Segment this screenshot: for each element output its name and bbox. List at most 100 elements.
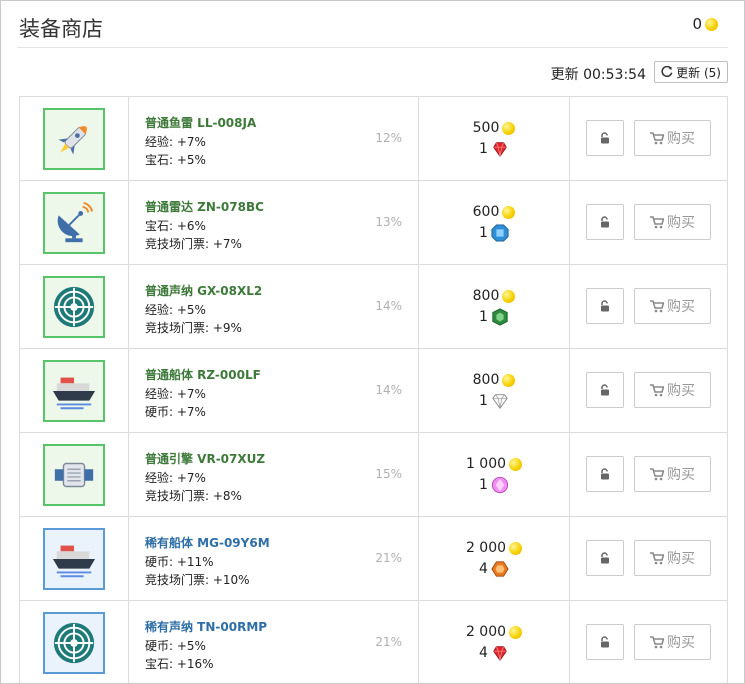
- refresh-button-label: 更新 (5): [676, 65, 721, 80]
- item-icon-cell: [19, 348, 129, 433]
- item-name: 稀有船体 MG-09Y6M: [145, 536, 270, 550]
- refresh-button[interactable]: 更新 (5): [654, 61, 728, 83]
- torpedo-icon: [51, 116, 97, 162]
- item-price-cell: 2 000 4: [418, 516, 570, 601]
- item-info-cell: 普通引擎 VR-07XUZ 经验: +7% 竞技场门票: +8% 15%: [128, 432, 419, 517]
- item-price-cell: 1 000 1: [418, 432, 570, 517]
- lock-button[interactable]: [586, 540, 624, 576]
- gem-price: 1: [419, 391, 569, 412]
- table-row: 普通船体 RZ-000LF 经验: +7% 硬币: +7% 14% 800 1 …: [19, 348, 728, 433]
- gold-coin-icon: [705, 17, 718, 31]
- item-info-cell: 普通雷达 ZN-078BC 宝石: +6% 竞技场门票: +7% 13%: [128, 180, 419, 265]
- item-percent: 14%: [375, 383, 402, 397]
- item-stat: 硬币: +11%: [145, 555, 214, 569]
- lock-button[interactable]: [586, 456, 624, 492]
- cart-icon: [650, 215, 664, 228]
- gold-price-value: 500: [472, 119, 500, 136]
- buy-button[interactable]: 购买: [634, 624, 711, 660]
- gold-price: 600: [419, 202, 569, 223]
- gold-price: 2 000: [419, 622, 569, 643]
- table-row: 普通雷达 ZN-078BC 宝石: +6% 竞技场门票: +7% 13% 600…: [19, 180, 728, 265]
- item-stat: 硬币: +5%: [145, 639, 206, 653]
- item-stat: 宝石: +5%: [145, 153, 206, 167]
- buy-button[interactable]: 购买: [634, 204, 711, 240]
- cart-icon: [650, 131, 664, 144]
- unlock-icon: [601, 132, 609, 144]
- item-stat: 宝石: +16%: [145, 657, 214, 671]
- item-thumbnail[interactable]: [43, 527, 105, 590]
- coin-balance-value: 0: [692, 15, 702, 33]
- sonar-icon: [51, 284, 97, 330]
- item-actions-cell: 购买: [569, 96, 728, 181]
- unlock-icon: [601, 552, 609, 564]
- item-actions-cell: 购买: [569, 516, 728, 601]
- item-stat: 经验: +5%: [145, 303, 206, 317]
- cart-icon: [650, 383, 664, 396]
- item-actions-cell: 购买: [569, 432, 728, 517]
- gem-price: 1: [419, 223, 569, 244]
- gold-price-value: 600: [472, 203, 500, 220]
- gold-price-value: 800: [472, 287, 500, 304]
- item-stat: 经验: +7%: [145, 135, 206, 149]
- item-name: 普通鱼雷 LL-008JA: [145, 116, 257, 130]
- item-name: 普通声纳 GX-08XL2: [145, 284, 263, 298]
- item-name: 普通船体 RZ-000LF: [145, 368, 261, 382]
- gold-price-value: 2 000: [465, 539, 507, 556]
- item-thumbnail[interactable]: [43, 611, 105, 674]
- item-info-cell: 普通船体 RZ-000LF 经验: +7% 硬币: +7% 14%: [128, 348, 419, 433]
- gold-price: 800: [419, 286, 569, 307]
- item-stat: 竞技场门票: +9%: [145, 321, 242, 335]
- item-stat: 硬币: +7%: [145, 405, 206, 419]
- gem-price-value: 1: [479, 308, 488, 325]
- gold-price: 800: [419, 370, 569, 391]
- buy-button[interactable]: 购买: [634, 288, 711, 324]
- gold-price-value: 2 000: [465, 623, 507, 640]
- gold-coin-icon: [502, 205, 516, 219]
- gem-price-value: 4: [479, 560, 488, 577]
- buy-button-label: 购买: [667, 383, 695, 399]
- buy-button[interactable]: 购买: [634, 120, 711, 156]
- item-thumbnail[interactable]: [43, 275, 105, 338]
- ship-hull-icon: [51, 536, 97, 582]
- cart-icon: [650, 551, 664, 564]
- cart-icon: [650, 299, 664, 312]
- white-diamond-gem-icon: [491, 392, 509, 410]
- item-name: 普通雷达 ZN-078BC: [145, 200, 264, 214]
- item-percent: 21%: [375, 635, 402, 649]
- gold-coin-icon: [509, 625, 523, 639]
- cart-icon: [650, 635, 664, 648]
- item-percent: 13%: [375, 215, 402, 229]
- item-thumbnail[interactable]: [43, 107, 105, 170]
- item-price-cell: 800 1: [418, 264, 570, 349]
- gem-price: 1: [419, 139, 569, 160]
- unlock-icon: [601, 636, 609, 648]
- lock-button[interactable]: [586, 624, 624, 660]
- refresh-icon: [661, 66, 673, 77]
- table-row: 稀有船体 MG-09Y6M 硬币: +11% 竞技场门票: +10% 21% 2…: [19, 516, 728, 601]
- radar-icon: [51, 200, 97, 246]
- pink-gem-icon: [491, 476, 509, 494]
- red-ruby-gem-icon: [491, 140, 509, 158]
- buy-button-label: 购买: [667, 467, 695, 483]
- buy-button[interactable]: 购买: [634, 372, 711, 408]
- item-stat: 宝石: +6%: [145, 219, 206, 233]
- lock-button[interactable]: [586, 372, 624, 408]
- sonar-icon: [51, 620, 97, 666]
- item-price-cell: 2 000 4: [418, 600, 570, 683]
- item-price-cell: 600 1: [418, 180, 570, 265]
- buy-button[interactable]: 购买: [634, 456, 711, 492]
- lock-button[interactable]: [586, 120, 624, 156]
- item-thumbnail[interactable]: [43, 443, 105, 506]
- lock-button[interactable]: [586, 204, 624, 240]
- buy-button-label: 购买: [667, 131, 695, 147]
- item-icon-cell: [19, 516, 129, 601]
- buy-button-label: 购买: [667, 635, 695, 651]
- item-thumbnail[interactable]: [43, 191, 105, 254]
- lock-button[interactable]: [586, 288, 624, 324]
- gold-price-value: 1 000: [465, 455, 507, 472]
- buy-button[interactable]: 购买: [634, 540, 711, 576]
- item-thumbnail[interactable]: [43, 359, 105, 422]
- item-percent: 12%: [375, 131, 402, 145]
- table-row: 普通声纳 GX-08XL2 经验: +5% 竞技场门票: +9% 14% 800…: [19, 264, 728, 349]
- gold-price-value: 800: [472, 371, 500, 388]
